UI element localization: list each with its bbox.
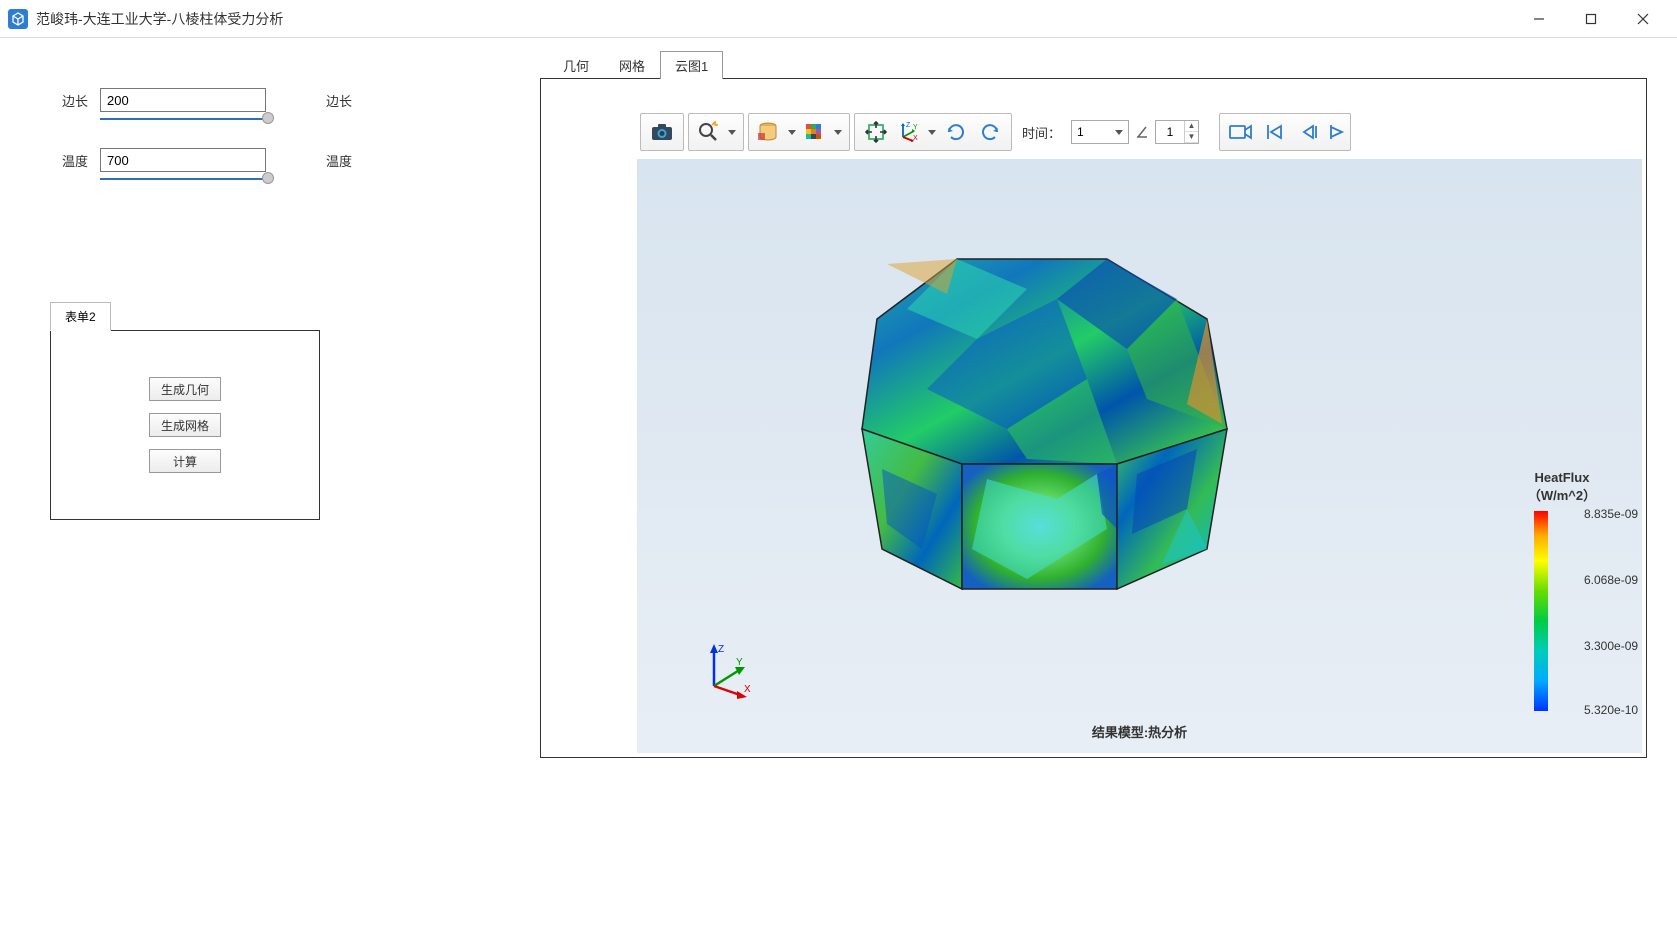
edge-length-unit: 边长 (326, 91, 352, 110)
time-select[interactable]: 1 (1071, 120, 1129, 144)
close-button[interactable] (1617, 2, 1669, 36)
edge-length-label: 边长 (40, 91, 100, 110)
colorbar: HeatFlux （W/m^2） 8.835e-09 6.068e-09 3.3… (1502, 469, 1622, 711)
colorbar-tick-1: 6.068e-09 (1584, 573, 1638, 587)
window-title: 范峻玮-大连工业大学-八棱柱体受力分析 (36, 9, 1513, 29)
viewport: ZYX 时间： 1 (540, 78, 1647, 758)
axis-triad: Z Y X (699, 641, 759, 701)
view-tabs: 几何 网格 云图1 (548, 50, 1647, 78)
screenshot-button[interactable] (645, 116, 679, 148)
form-box: 生成几何 生成网格 计算 (50, 330, 320, 520)
frame-spinner-value: 1 (1156, 125, 1184, 139)
spinner-down-icon[interactable]: ▼ (1185, 132, 1198, 143)
prism-model (827, 249, 1267, 629)
temperature-slider[interactable] (100, 174, 270, 180)
form-tab[interactable]: 表单2 (50, 302, 111, 331)
tab-geometry[interactable]: 几何 (548, 51, 604, 79)
minimize-button[interactable] (1513, 2, 1565, 36)
temperature-unit: 温度 (326, 151, 352, 170)
temperature-label: 温度 (40, 151, 100, 170)
colorbar-title-1: HeatFlux (1535, 470, 1590, 485)
generate-geometry-button[interactable]: 生成几何 (149, 377, 221, 401)
transparency-button[interactable] (753, 116, 799, 148)
edge-length-slider[interactable] (100, 114, 270, 120)
axis-orient-button[interactable]: ZYX (893, 116, 939, 148)
app-icon (8, 9, 28, 29)
left-panel: 边长 边长 温度 温度 表单2 生成几何 生成网格 计算 (0, 38, 540, 947)
skip-start-button[interactable] (1258, 116, 1292, 148)
maximize-button[interactable] (1565, 2, 1617, 36)
axis-y-label: Y (736, 657, 743, 668)
colorbar-tick-3: 5.320e-10 (1584, 703, 1638, 717)
generate-mesh-button[interactable]: 生成网格 (149, 413, 221, 437)
chevron-down-icon (928, 130, 936, 135)
colormap-button[interactable] (799, 116, 845, 148)
zoom-button[interactable] (693, 116, 739, 148)
temperature-slider-knob[interactable] (262, 172, 274, 184)
colorbar-title-2: （W/m^2） (1528, 488, 1596, 503)
step-back-button[interactable] (1292, 116, 1326, 148)
time-separator-icon (1133, 122, 1151, 142)
3d-scene[interactable]: Z Y X HeatFlux （W/m^2） (637, 159, 1642, 753)
model-caption: 结果模型:热分析 (637, 722, 1642, 741)
time-select-value: 1 (1077, 125, 1084, 139)
time-label: 时间： (1022, 123, 1061, 142)
rotate-cw-button[interactable] (973, 116, 1007, 148)
chevron-down-icon (834, 130, 842, 135)
tab-cloud[interactable]: 云图1 (660, 51, 723, 79)
svg-text:X: X (913, 135, 918, 142)
edge-length-input[interactable] (100, 88, 266, 112)
colorbar-tick-2: 3.300e-09 (1584, 639, 1638, 653)
temperature-input[interactable] (100, 148, 266, 172)
rotate-ccw-button[interactable] (939, 116, 973, 148)
chevron-down-icon (728, 130, 736, 135)
chevron-down-icon (788, 130, 796, 135)
compute-button[interactable]: 计算 (149, 449, 221, 473)
svg-text:Y: Y (913, 124, 918, 131)
axis-z-label: Z (718, 644, 724, 655)
frame-spinner[interactable]: 1 ▲▼ (1155, 120, 1199, 144)
camera-view-button[interactable] (1224, 116, 1258, 148)
titlebar: 范峻玮-大连工业大学-八棱柱体受力分析 (0, 0, 1677, 38)
spinner-up-icon[interactable]: ▲ (1185, 121, 1198, 132)
svg-text:Z: Z (906, 122, 911, 129)
edge-length-slider-knob[interactable] (262, 112, 274, 124)
tab-mesh[interactable]: 网格 (604, 51, 660, 79)
chevron-down-icon (1115, 130, 1123, 135)
axis-x-label: X (744, 684, 751, 695)
viewport-toolbar: ZYX 时间： 1 (636, 111, 1646, 153)
colorbar-tick-0: 8.835e-09 (1584, 507, 1638, 521)
play-button[interactable] (1326, 116, 1346, 148)
pan-button[interactable] (859, 116, 893, 148)
